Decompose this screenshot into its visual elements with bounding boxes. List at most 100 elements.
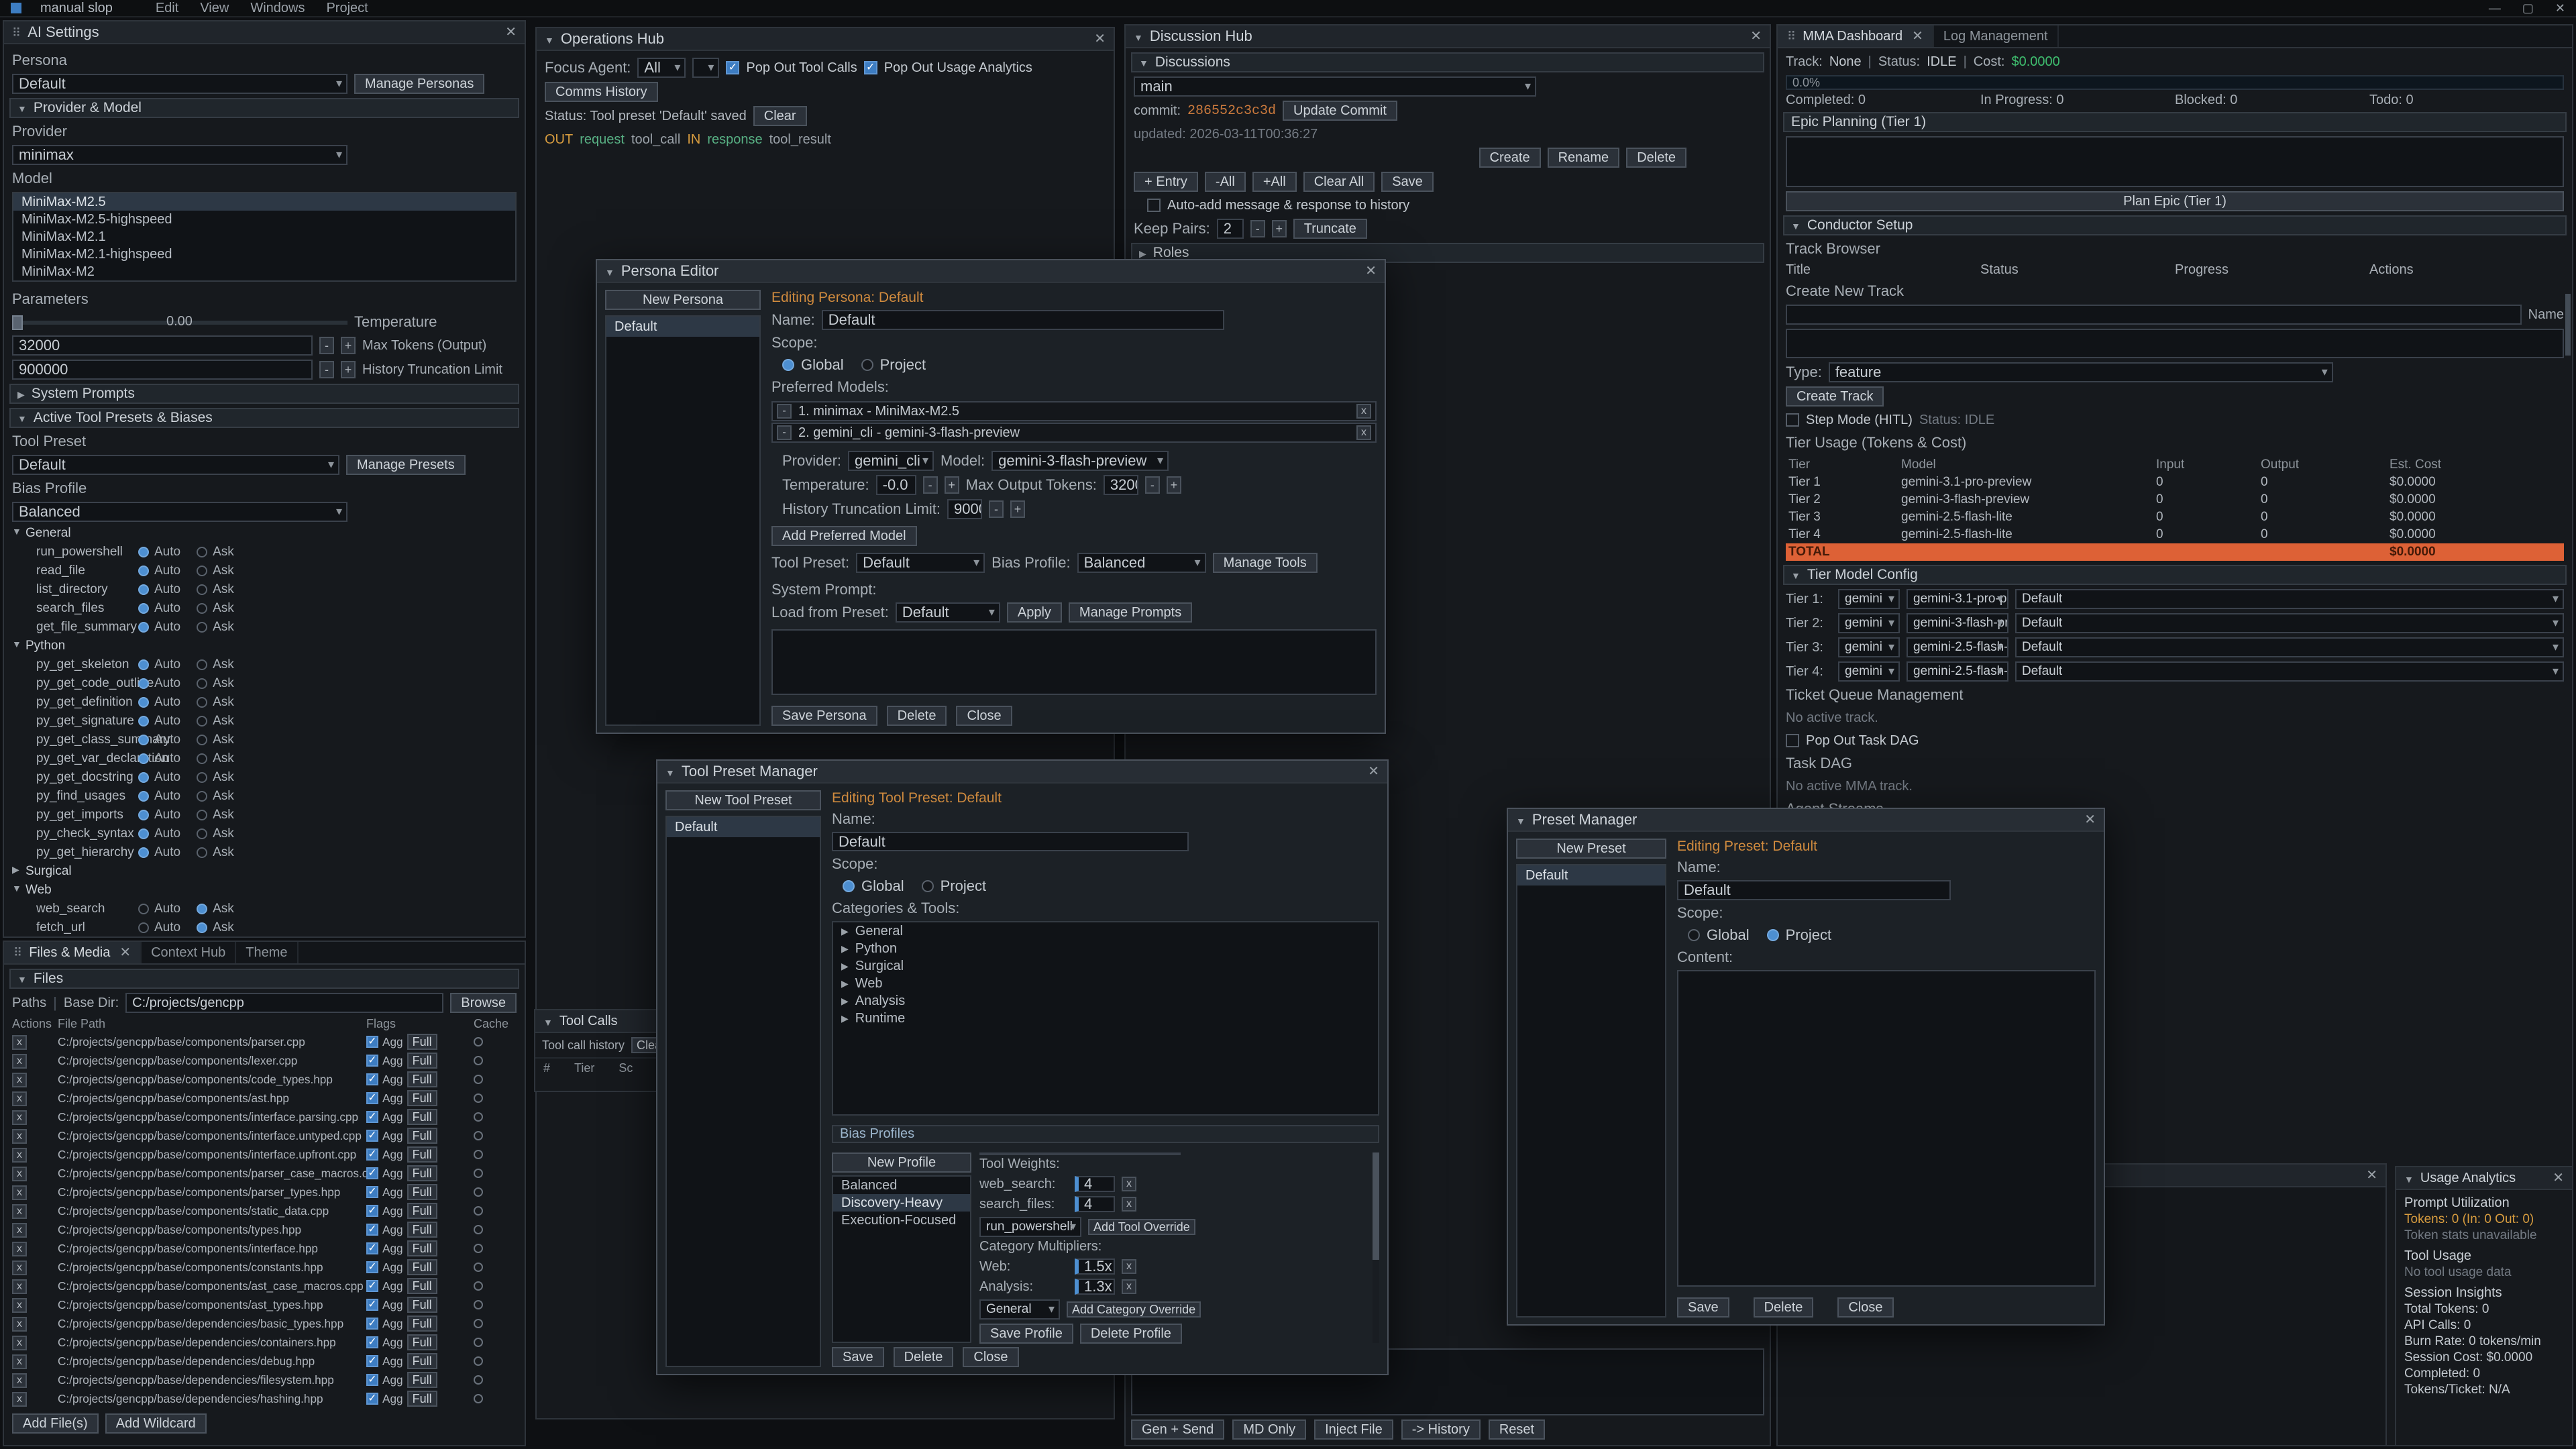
close-dialog-button[interactable]: Close	[963, 1347, 1018, 1367]
plus-button[interactable]: +	[945, 476, 959, 494]
track-description-input[interactable]	[1786, 329, 2564, 358]
remove-file-button[interactable]: x	[12, 1035, 27, 1050]
save-preset-button[interactable]: Save	[1677, 1297, 1729, 1318]
full-flag-button[interactable]: Full	[407, 1334, 437, 1350]
epic-planning-input[interactable]	[1786, 136, 2564, 187]
tool-permission-row[interactable]: ▼ General Auto Ask	[4, 526, 525, 545]
model-list-item[interactable]: MiniMax-M2.1-highspeed	[13, 246, 515, 263]
tool-permission-row[interactable]: web_search Auto Ask	[4, 902, 525, 920]
tier-provider-dropdown[interactable]: gemini	[1838, 613, 1900, 633]
new-tool-preset-button[interactable]: New Tool Preset	[665, 790, 821, 810]
tool-permission-row[interactable]: ▼ Python Auto Ask	[4, 639, 525, 657]
minimize-button[interactable]	[2489, 1, 2501, 15]
agg-checkbox[interactable]	[366, 1242, 378, 1254]
plus-button[interactable]: +	[1010, 500, 1025, 518]
entry-button[interactable]: Clear All	[1303, 172, 1375, 192]
ask-radio[interactable]	[197, 753, 207, 764]
scope-global-radio[interactable]	[782, 359, 794, 371]
remove-multiplier-button[interactable]: x	[1122, 1259, 1136, 1274]
model-list-item[interactable]: MiniMax-M2.1	[13, 228, 515, 246]
category-tree-item[interactable]: Surgical	[833, 957, 1378, 975]
agg-checkbox[interactable]	[366, 1224, 378, 1236]
minus-button[interactable]: -	[1250, 220, 1265, 237]
add-wildcard-button[interactable]: Add Wildcard	[105, 1413, 207, 1434]
ask-radio[interactable]	[197, 678, 207, 689]
model-dropdown[interactable]: gemini-3-flash-preview	[991, 451, 1169, 471]
agg-checkbox[interactable]	[366, 1393, 378, 1405]
menu-item[interactable]: View	[200, 1, 229, 16]
full-flag-button[interactable]: Full	[407, 1165, 437, 1181]
auto-radio[interactable]	[138, 847, 149, 858]
minus-button[interactable]: -	[319, 361, 334, 378]
auto-add-checkbox[interactable]	[1147, 199, 1161, 212]
close-icon[interactable]	[119, 946, 131, 959]
remove-file-button[interactable]: x	[12, 1223, 27, 1238]
manage-presets-button[interactable]: Manage Presets	[346, 455, 466, 475]
full-flag-button[interactable]: Full	[407, 1071, 437, 1087]
group-collapse-icon[interactable]: ▼	[12, 526, 21, 537]
remove-file-button[interactable]: x	[12, 1298, 27, 1313]
tool-permission-row[interactable]: py_get_skeleton Auto Ask	[4, 657, 525, 676]
full-flag-button[interactable]: Full	[407, 1146, 437, 1163]
discussion-manage-button[interactable]: Rename	[1548, 148, 1620, 168]
bias-profile-item[interactable]: Balanced	[833, 1177, 970, 1194]
tier-model-dropdown[interactable]: gemini-2.5-flash-lite	[1907, 661, 2008, 682]
close-icon[interactable]	[1750, 30, 1762, 43]
full-flag-button[interactable]: Full	[407, 1240, 437, 1256]
auto-radio[interactable]	[138, 904, 149, 914]
preset-list-item[interactable]: Default	[1517, 865, 1665, 885]
full-flag-button[interactable]: Full	[407, 1297, 437, 1313]
tier-provider-dropdown[interactable]: gemini	[1838, 637, 1900, 657]
agg-checkbox[interactable]	[366, 1130, 378, 1142]
tool-permission-row[interactable]: py_get_signature Auto Ask	[4, 714, 525, 733]
plus-button[interactable]: +	[1272, 220, 1287, 237]
scrollbar-thumb[interactable]	[1373, 1152, 1379, 1260]
remove-model-button[interactable]: x	[1356, 425, 1371, 440]
ask-radio[interactable]	[197, 847, 207, 858]
auto-radio[interactable]	[138, 584, 149, 595]
multiplier-value-input[interactable]: 1.3x	[1075, 1279, 1115, 1295]
remove-file-button[interactable]: x	[12, 1373, 27, 1388]
close-dialog-button[interactable]: Close	[1837, 1297, 1893, 1318]
auto-radio[interactable]	[138, 922, 149, 933]
discussion-manage-button[interactable]: Delete	[1626, 148, 1686, 168]
remove-file-button[interactable]: x	[12, 1317, 27, 1332]
tool-permission-row[interactable]: py_get_docstring Auto Ask	[4, 770, 525, 789]
scope-project-radio[interactable]	[1767, 929, 1779, 941]
remove-file-button[interactable]: x	[12, 1167, 27, 1181]
remove-file-button[interactable]: x	[12, 1354, 27, 1369]
agg-checkbox[interactable]	[366, 1055, 378, 1067]
auto-radio[interactable]	[138, 810, 149, 820]
tool-permission-row[interactable]: get_file_summary Auto Ask	[4, 620, 525, 639]
step-mode-checkbox[interactable]	[1786, 413, 1799, 427]
maximize-button[interactable]	[2522, 1, 2534, 15]
category-tree-item[interactable]: Web	[833, 975, 1378, 992]
remove-weight-button[interactable]: x	[1122, 1177, 1136, 1191]
tool-permission-row[interactable]: py_get_definition Auto Ask	[4, 695, 525, 714]
scope-global-radio[interactable]	[843, 880, 855, 892]
ask-radio[interactable]	[197, 547, 207, 557]
auto-radio[interactable]	[138, 828, 149, 839]
agg-checkbox[interactable]	[366, 1261, 378, 1273]
ask-radio[interactable]	[197, 735, 207, 745]
remove-file-button[interactable]: x	[12, 1110, 27, 1125]
tab-theme[interactable]: Theme	[236, 942, 298, 963]
new-preset-button[interactable]: New Preset	[1516, 839, 1666, 859]
new-profile-button[interactable]: New Profile	[832, 1152, 971, 1173]
profile-name-input[interactable]: Discovery-Heavy	[979, 1152, 1181, 1155]
remove-file-button[interactable]: x	[12, 1073, 27, 1087]
tool-preset-dropdown[interactable]: Default	[856, 553, 985, 573]
full-flag-button[interactable]: Full	[407, 1259, 437, 1275]
remove-file-button[interactable]: x	[12, 1091, 27, 1106]
close-icon[interactable]	[1094, 32, 1106, 46]
ask-radio[interactable]	[197, 566, 207, 576]
plus-button[interactable]: +	[341, 361, 356, 378]
send-action-button[interactable]: Reset	[1489, 1419, 1545, 1440]
save-profile-button[interactable]: Save Profile	[979, 1324, 1073, 1344]
auto-radio[interactable]	[138, 735, 149, 745]
tool-permission-row[interactable]: py_get_class_summary Auto Ask	[4, 733, 525, 751]
files-section[interactable]: Files	[9, 969, 519, 989]
category-override-dropdown[interactable]: General	[979, 1299, 1060, 1320]
scope-project-radio[interactable]	[861, 359, 873, 371]
send-action-button[interactable]: -> History	[1401, 1419, 1481, 1440]
